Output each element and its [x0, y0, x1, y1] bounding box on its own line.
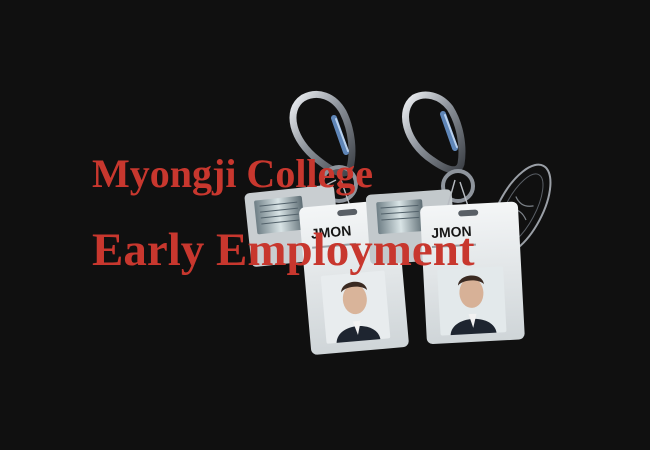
carabiner-icon — [402, 91, 466, 174]
headline-line-1: Myongji College — [92, 151, 374, 196]
headline-line-2: Early Employment — [92, 224, 475, 276]
hero-banner: JMON JMON Myongji College Early Employme… — [0, 0, 650, 450]
